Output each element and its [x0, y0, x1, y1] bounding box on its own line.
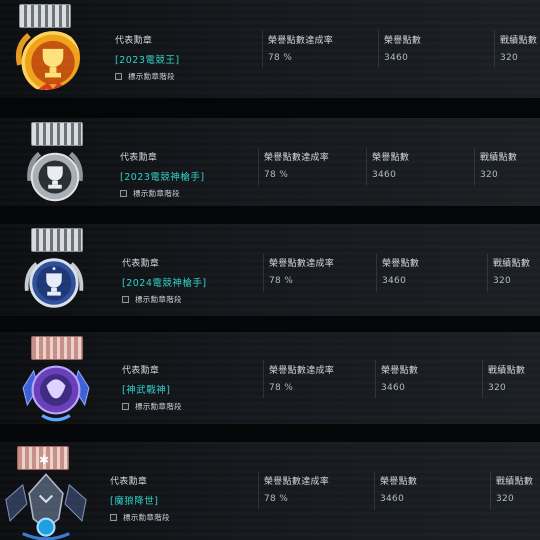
medal-title: [2023電競王] [115, 55, 180, 66]
blue-trophy-medal-icon: ★ [12, 228, 102, 316]
rate-label: 榮譽點數達成率 [264, 477, 330, 487]
honor-label: 榮譽點數 [380, 477, 418, 487]
show-stage-checkbox[interactable]: 標示勳章階段 [110, 512, 170, 523]
medal-title: [2024電競神槍手] [122, 278, 207, 289]
honor-value: 3460 [380, 494, 405, 504]
show-stage-label: 標示勳章階段 [123, 513, 170, 522]
rate-value: 78 % [269, 383, 294, 393]
battle-value: 320 [496, 494, 515, 504]
rep-medal-label: 代表勳章 [115, 36, 153, 46]
checkbox-icon[interactable] [110, 514, 117, 521]
honor-label: 榮譽點數 [384, 36, 422, 46]
svg-text:✱: ✱ [39, 453, 49, 467]
medal-title: [2023電競神槍手] [120, 172, 205, 183]
show-stage-checkbox[interactable]: 標示勳章階段 [115, 71, 180, 82]
show-stage-label: 標示勳章階段 [135, 295, 182, 304]
dragon-crest-medal-icon [12, 336, 102, 424]
rate-label: 榮譽點數達成率 [269, 366, 335, 376]
show-stage-checkbox[interactable]: 標示勳章階段 [122, 294, 207, 305]
rate-value: 78 % [264, 494, 289, 504]
checkbox-icon[interactable] [122, 296, 129, 303]
honor-label: 榮譽點數 [381, 366, 419, 376]
rep-medal-label: 代表勳章 [120, 153, 158, 163]
show-stage-label: 標示勳章階段 [128, 72, 175, 81]
rate-label: 榮譽點數達成率 [264, 153, 330, 163]
rep-medal-label: 代表勳章 [122, 259, 160, 269]
show-stage-label: 標示勳章階段 [133, 189, 180, 198]
battle-label: 戰績點數 [500, 36, 538, 46]
medal-title: [魔狼降世] [110, 496, 159, 507]
medal-row-4: 代表勳章 [神武戰神] 標示勳章階段 榮譽點數達成率 78 % 榮譽點數 346… [0, 332, 540, 424]
rep-medal-label: 代表勳章 [122, 366, 160, 376]
medal-row-2: 代表勳章 [2023電競神槍手] 標示勳章階段 榮譽點數達成率 78 % 榮譽點… [0, 118, 540, 206]
checkbox-icon[interactable] [115, 73, 122, 80]
rep-medal-label: 代表勳章 [110, 477, 148, 487]
honor-label: 榮譽點數 [382, 259, 420, 269]
rate-value: 78 % [268, 53, 293, 63]
show-stage-checkbox[interactable]: 標示勳章階段 [122, 401, 182, 412]
wolf-crest-medal-icon: ✱ [2, 446, 92, 540]
rate-value: 78 % [269, 276, 294, 286]
battle-label: 戰績點數 [496, 477, 534, 487]
honor-label: 榮譽點數 [372, 153, 410, 163]
battle-label: 戰績點數 [480, 153, 518, 163]
battle-label: 戰績點數 [488, 366, 526, 376]
battle-value: 320 [493, 276, 512, 286]
medal-row-3: ★ 代表勳章 [2024電競神槍手] 標示勳章階段 榮譽點數達成率 78 % 榮… [0, 224, 540, 316]
battle-value: 320 [488, 383, 507, 393]
show-stage-checkbox[interactable]: 標示勳章階段 [120, 188, 205, 199]
rate-label: 榮譽點數達成率 [268, 36, 334, 46]
honor-value: 3460 [384, 53, 409, 63]
honor-value: 3460 [382, 276, 407, 286]
rate-value: 78 % [264, 170, 289, 180]
battle-label: 戰績點數 [493, 259, 531, 269]
show-stage-label: 標示勳章階段 [135, 402, 182, 411]
silver-trophy-medal-icon [12, 122, 102, 206]
battle-value: 320 [500, 53, 519, 63]
medal-row-5: ✱ 代表勳章 [魔狼降世] 標示勳章階段 榮譽點數達成率 78 % 榮譽點數 3… [0, 442, 540, 540]
battle-value: 320 [480, 170, 499, 180]
checkbox-icon[interactable] [122, 403, 129, 410]
medal-row-1: 代表勳章 [2023電競王] 標示勳章階段 榮譽點數達成率 78 % 榮譽點數 … [0, 0, 540, 98]
honor-value: 3460 [381, 383, 406, 393]
svg-text:★: ★ [51, 265, 56, 272]
honor-value: 3460 [372, 170, 397, 180]
medal-title: [神武戰神] [122, 385, 171, 396]
checkbox-icon[interactable] [120, 190, 127, 197]
gold-trophy-medal-icon [0, 4, 90, 98]
rate-label: 榮譽點數達成率 [269, 259, 335, 269]
